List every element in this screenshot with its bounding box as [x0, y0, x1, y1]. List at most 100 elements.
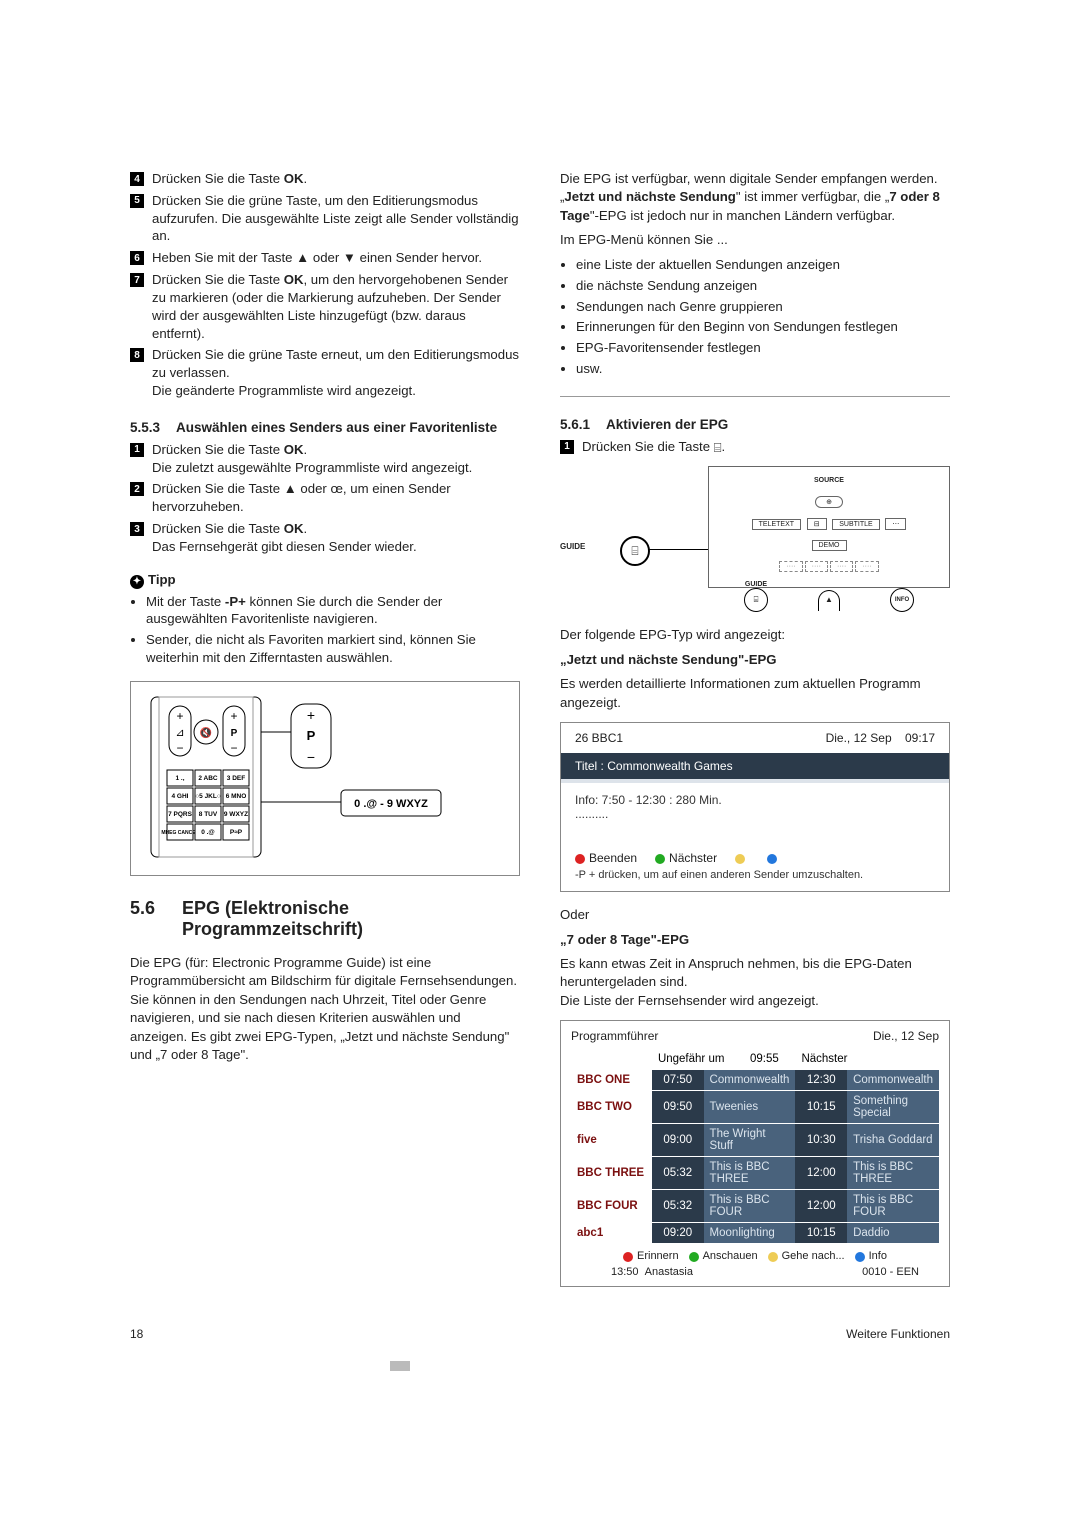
- step-num: 8: [130, 348, 144, 362]
- menu-list: eine Liste der aktuellen Sendungen anzei…: [560, 256, 950, 378]
- epg2-btn[interactable]: Erinnern: [637, 1250, 679, 1262]
- steps-group-2: 1 Drücken Sie die Taste OK. Die zuletzt …: [130, 441, 520, 556]
- heading-5-5-3: 5.5.3Auswählen eines Senders aus einer F…: [130, 420, 520, 435]
- step-text: Drücken Sie die Taste OK. Das Fernsehger…: [152, 520, 520, 556]
- step-text: Drücken Sie die grüne Taste erneut, um d…: [152, 346, 520, 399]
- guide-button-icon: ⌸: [620, 536, 650, 566]
- step-num: 4: [130, 172, 144, 186]
- step-num: 1: [560, 440, 574, 454]
- now-next-head: „Jetzt und nächste Sendung"-EPG: [560, 651, 950, 669]
- svg-text:3 DEF: 3 DEF: [227, 775, 245, 782]
- epg-7day-panel: Programmführer Die., 12 Sep Ungefähr um …: [560, 1020, 950, 1287]
- step-text: Drücken Sie die Taste OK. Die zuletzt au…: [152, 441, 520, 477]
- right-column: Die EPG ist verfügbar, wenn digitale Sen…: [560, 170, 950, 1301]
- epg2-btn[interactable]: Gehe nach...: [782, 1250, 845, 1262]
- svg-text:7 PQRS: 7 PQRS: [168, 811, 193, 818]
- panel-info-button: INFO: [890, 588, 914, 612]
- svg-text:8 TUV: 8 TUV: [199, 811, 218, 818]
- guide-figure: GUIDE ⌸ SOURCE ⊕ TELETEXT ⊟ SUBTITLE ⋯ D…: [560, 466, 950, 616]
- step-num: 2: [130, 482, 144, 496]
- table-row[interactable]: BBC TWO09:50Tweenies10:15Something Speci…: [571, 1091, 939, 1124]
- heading-5-6: 5.6EPG (Elektronische Programmzeitschrif…: [130, 898, 520, 940]
- svg-text:+: +: [307, 707, 315, 723]
- menu-item: EPG-Favoritensender festlegen: [576, 339, 950, 357]
- section-body: Die EPG (für: Electronic Programme Guide…: [130, 954, 520, 1065]
- svg-text:0 .@ - 9 WXYZ: 0 .@ - 9 WXYZ: [354, 798, 428, 810]
- section-footer: Weitere Funktionen: [846, 1327, 950, 1341]
- svg-text:MHEG CANCEL: MHEG CANCEL: [161, 830, 198, 836]
- heading-5-6-1: 5.6.1Aktivieren der EPG: [560, 417, 950, 432]
- epg-table: Ungefähr um 09:55 Nächster BBC ONE07:50C…: [571, 1049, 939, 1244]
- menu-item: die nächste Sendung anzeigen: [576, 277, 950, 295]
- seven-day-sub: Es kann etwas Zeit in Anspruch nehmen, b…: [560, 955, 950, 1010]
- step-num: 3: [130, 522, 144, 536]
- svg-text:○5 JKL○: ○5 JKL○: [195, 793, 221, 800]
- tip-list: Mit der Taste -P+ können Sie durch die S…: [130, 593, 520, 667]
- svg-text:P: P: [231, 728, 238, 739]
- svg-text:+: +: [176, 709, 183, 723]
- divider: [560, 396, 950, 397]
- teletext-button: ⊟: [807, 518, 827, 530]
- svg-text:−: −: [230, 741, 237, 755]
- epg2-btn[interactable]: Anschauen: [703, 1250, 758, 1262]
- left-column: 4 Drücken Sie die Taste OK. 5 Drücken Si…: [130, 170, 520, 1301]
- remote-panel: SOURCE ⊕ TELETEXT ⊟ SUBTITLE ⋯ DEMO ····…: [708, 466, 950, 588]
- page-number: 18: [130, 1327, 143, 1341]
- step-num: 5: [130, 194, 144, 208]
- subtitle-button: ⋯: [885, 518, 906, 530]
- guide-icon: ⌸: [714, 439, 722, 457]
- epg2-btn[interactable]: Info: [869, 1250, 887, 1262]
- epg-date: Die., 12 Sep: [826, 731, 892, 745]
- svg-text:0 .@: 0 .@: [201, 829, 215, 836]
- epg-prog-title: Titel : Commonwealth Games: [561, 753, 949, 779]
- red-dot-icon: [575, 854, 585, 864]
- epg-hint: -P + drücken, um auf einen anderen Sende…: [561, 869, 949, 891]
- step-text: Drücken Sie die Taste OK, um den hervorg…: [152, 271, 520, 342]
- table-row[interactable]: BBC ONE07:50Commonwealth12:30Commonwealt…: [571, 1070, 939, 1091]
- step-text: Drücken Sie die Taste OK.: [152, 170, 520, 188]
- menu-item: Erinnerungen für den Beginn von Sendunge…: [576, 318, 950, 336]
- step-text: Drücken Sie die grüne Taste, um den Edit…: [152, 192, 520, 245]
- epg-channel: 26 BBC1: [575, 731, 623, 745]
- svg-text:+: +: [230, 709, 237, 723]
- table-row[interactable]: BBC FOUR05:32This is BBC FOUR12:00This i…: [571, 1190, 939, 1223]
- steps-group-1: 4 Drücken Sie die Taste OK. 5 Drücken Si…: [130, 170, 520, 400]
- menu-item: usw.: [576, 360, 950, 378]
- tip-item: Mit der Taste -P+ können Sie durch die S…: [146, 593, 520, 629]
- table-row[interactable]: abc109:20Moonlighting10:15Daddio: [571, 1223, 939, 1244]
- demo-label: DEMO: [812, 540, 847, 551]
- step-num: 7: [130, 273, 144, 287]
- remote-figure: + ⊿ − 🔇 + P − 1 ., 2 ABC 3 DEF 4 GHI: [130, 681, 520, 876]
- source-button: ⊕: [815, 496, 843, 508]
- svg-text:9 WXYZ: 9 WXYZ: [224, 811, 248, 818]
- svg-text:P: P: [307, 728, 316, 743]
- page-marker: [390, 1361, 410, 1371]
- step-text: Heben Sie mit der Taste ▲ oder ▼ einen S…: [152, 249, 520, 267]
- teletext-label: TELETEXT: [752, 519, 801, 530]
- table-row[interactable]: five09:00The Wright Stuff10:30Trisha God…: [571, 1124, 939, 1157]
- svg-text:1 .,: 1 .,: [175, 775, 184, 782]
- epg-btn-beenden[interactable]: Beenden: [589, 851, 637, 865]
- oder-label: Oder: [560, 906, 950, 924]
- tip-item: Sender, die nicht als Favoriten markiert…: [146, 631, 520, 667]
- yellow-dot-icon: [735, 854, 745, 864]
- svg-text:P≈P: P≈P: [230, 829, 243, 836]
- svg-text:−: −: [307, 749, 315, 765]
- step-num: 1: [130, 443, 144, 457]
- step-text: Drücken Sie die Taste ⌸.: [582, 438, 950, 456]
- epg-info: Info: 7:50 - 12:30 : 280 Min. ..........: [561, 783, 949, 851]
- svg-text:2 ABC: 2 ABC: [198, 775, 218, 782]
- epg2-head-right: Die., 12 Sep: [873, 1029, 939, 1043]
- tip-icon: ✦: [130, 575, 144, 589]
- remote-svg: + ⊿ − 🔇 + P − 1 ., 2 ABC 3 DEF 4 GHI: [141, 692, 501, 862]
- after-fig-text: Der folgende EPG-Typ wird angezeigt:: [560, 626, 950, 644]
- seven-day-head: „7 oder 8 Tage"-EPG: [560, 931, 950, 949]
- epg-btn-naechster[interactable]: Nächster: [669, 851, 717, 865]
- menu-item: eine Liste der aktuellen Sendungen anzei…: [576, 256, 950, 274]
- panel-guide-button: ⌸: [744, 588, 768, 612]
- epg-now-next-panel: 26 BBC1 Die., 12 Sep 09:17 Titel : Commo…: [560, 722, 950, 892]
- table-row[interactable]: BBC THREE05:32This is BBC THREE12:00This…: [571, 1157, 939, 1190]
- svg-text:⊿: ⊿: [175, 727, 184, 739]
- subtitle-label: SUBTITLE: [832, 519, 879, 530]
- epg-time: 09:17: [905, 731, 935, 745]
